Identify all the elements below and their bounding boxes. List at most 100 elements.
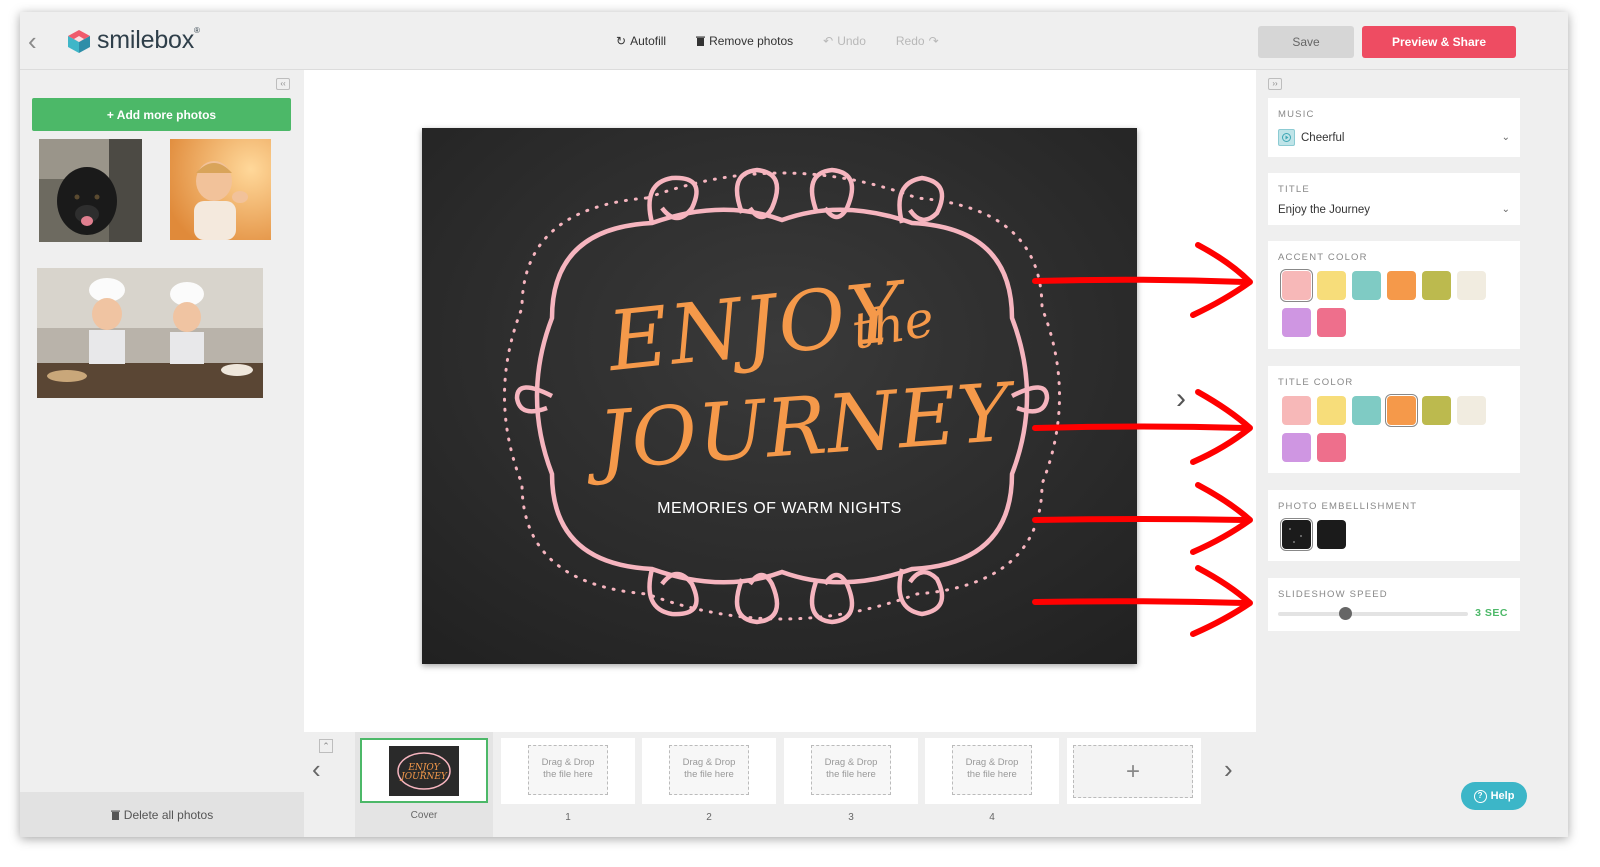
cover-thumbnail[interactable]: ENJOY JOURNEY bbox=[360, 738, 488, 803]
slideshow-speed-label: SLIDESHOW SPEED bbox=[1278, 589, 1388, 600]
chevron-down-icon[interactable]: ⌄ bbox=[1502, 204, 1510, 215]
drop-zone[interactable]: Drag & Drop the file here bbox=[669, 745, 749, 795]
add-slide-slot[interactable]: + bbox=[1067, 738, 1201, 804]
preview-share-button[interactable]: Preview & Share bbox=[1362, 26, 1516, 58]
app-window: ‹ smilebox® ↻ Autofill Remove photos ↶ U… bbox=[20, 12, 1568, 837]
collapse-right-icon[interactable]: ›› bbox=[1268, 78, 1282, 90]
trash-icon bbox=[696, 36, 706, 46]
title-color-swatch-2[interactable] bbox=[1317, 396, 1346, 425]
help-button[interactable]: ? Help bbox=[1461, 782, 1527, 810]
slot-number: 1 bbox=[565, 812, 571, 823]
filmstrip-slot-3[interactable]: Drag & Drop the file here bbox=[784, 738, 918, 804]
drop-zone[interactable]: Drag & Drop the file here bbox=[528, 745, 608, 795]
add-slide-button[interactable]: + bbox=[1073, 745, 1193, 798]
autofill-button[interactable]: ↻ Autofill bbox=[616, 34, 666, 48]
title-color-label: TITLE COLOR bbox=[1278, 377, 1354, 388]
filmstrip-slot-1[interactable]: Drag & Drop the file here bbox=[501, 738, 635, 804]
brand-name: smilebox® bbox=[97, 26, 200, 54]
save-button[interactable]: Save bbox=[1258, 26, 1354, 58]
help-label: Help bbox=[1490, 790, 1515, 802]
filmstrip-cover[interactable]: ENJOY JOURNEY Cover bbox=[355, 732, 493, 837]
collapse-left-icon[interactable]: ‹‹ bbox=[276, 78, 290, 90]
redo-label: Redo bbox=[895, 34, 925, 48]
filmstrip-slot-2[interactable]: Drag & Drop the file here bbox=[642, 738, 776, 804]
top-bar: ‹ smilebox® ↻ Autofill Remove photos ↶ U… bbox=[20, 12, 1568, 70]
slide-canvas-area: ENJOY the JOURNEY MEMORIES OF WARM NIGHT… bbox=[304, 70, 1256, 732]
slide-title-the: the bbox=[847, 289, 939, 361]
title-color-swatch-7[interactable] bbox=[1282, 433, 1311, 462]
title-color-swatch-5[interactable] bbox=[1422, 396, 1451, 425]
photo-library-panel: ‹‹ + Add more photos Delete all photos bbox=[20, 70, 304, 837]
accent-color-swatch-8[interactable] bbox=[1317, 308, 1346, 337]
cover-thumbnail-image: ENJOY JOURNEY bbox=[389, 745, 459, 796]
autofill-label: Autofill bbox=[630, 34, 667, 48]
title-color-swatch-3[interactable] bbox=[1352, 396, 1381, 425]
slot-number: 4 bbox=[989, 812, 995, 823]
embellishment-option-speckled[interactable] bbox=[1280, 518, 1313, 551]
embellishment-option-plain[interactable] bbox=[1317, 520, 1346, 549]
remove-photos-button[interactable]: Remove photos bbox=[696, 34, 793, 48]
redo-button[interactable]: Redo ↷ bbox=[896, 34, 939, 48]
back-chevron-icon[interactable]: ‹ bbox=[28, 28, 50, 54]
slot-number: 2 bbox=[706, 812, 712, 823]
remove-photos-label: Remove photos bbox=[709, 34, 794, 48]
music-card[interactable]: MUSIC Cheerful ⌄ bbox=[1268, 98, 1520, 157]
photo-thumb-child[interactable] bbox=[170, 139, 271, 240]
title-color-swatch-4[interactable] bbox=[1385, 394, 1418, 427]
undo-label: Undo bbox=[837, 34, 866, 48]
kids-baking-photo-image bbox=[37, 268, 263, 398]
editor-toolbar: ↻ Autofill Remove photos ↶ Undo Redo ↷ bbox=[616, 34, 939, 48]
svg-text:JOURNEY: JOURNEY bbox=[399, 772, 448, 782]
speed-slider-track[interactable] bbox=[1278, 612, 1468, 616]
expand-filmstrip-icon[interactable]: ⌃ bbox=[319, 739, 333, 753]
photo-thumb-dog[interactable] bbox=[39, 139, 142, 242]
accent-color-swatch-2[interactable] bbox=[1317, 271, 1346, 300]
slot-number: 3 bbox=[848, 812, 854, 823]
child-photo-image bbox=[170, 139, 271, 240]
cover-slide[interactable]: ENJOY the JOURNEY MEMORIES OF WARM NIGHT… bbox=[422, 128, 1137, 664]
speed-value: 3 SEC bbox=[1475, 607, 1508, 619]
title-color-swatch-6[interactable] bbox=[1457, 396, 1486, 425]
slideshow-speed-card: SLIDESHOW SPEED 3 SEC bbox=[1268, 578, 1520, 631]
drop-zone[interactable]: Drag & Drop the file here bbox=[952, 745, 1032, 795]
photo-embellishment-card: PHOTO EMBELLISHMENT bbox=[1268, 490, 1520, 561]
title-card[interactable]: TITLE Enjoy the Journey ⌄ bbox=[1268, 173, 1520, 225]
refresh-icon: ↻ bbox=[616, 34, 627, 48]
title-label: TITLE bbox=[1278, 184, 1310, 195]
accent-color-swatch-4[interactable] bbox=[1387, 271, 1416, 300]
filmstrip-prev-chevron-icon[interactable]: ‹ bbox=[312, 754, 321, 785]
delete-all-label: Delete all photos bbox=[123, 807, 214, 822]
undo-icon: ↶ bbox=[823, 34, 834, 48]
play-icon bbox=[1278, 129, 1295, 146]
title-color-swatch-1[interactable] bbox=[1282, 396, 1311, 425]
accent-color-swatch-3[interactable] bbox=[1352, 271, 1381, 300]
slide-subtitle: MEMORIES OF WARM NIGHTS bbox=[657, 500, 902, 517]
accent-color-label: ACCENT COLOR bbox=[1278, 252, 1368, 263]
next-slide-chevron-icon[interactable]: › bbox=[1176, 382, 1186, 416]
photo-embellishment-label: PHOTO EMBELLISHMENT bbox=[1278, 501, 1418, 512]
music-value: Cheerful bbox=[1301, 131, 1345, 144]
music-dropdown[interactable]: Cheerful bbox=[1278, 129, 1344, 146]
filmstrip-next-chevron-icon[interactable]: › bbox=[1224, 754, 1233, 785]
slide-filmstrip: ⌃ ‹ ENJOY JOURNEY Cover Drag & Drop the f… bbox=[304, 732, 1256, 837]
redo-icon: ↷ bbox=[928, 34, 939, 48]
filmstrip-slot-4[interactable]: Drag & Drop the file here bbox=[925, 738, 1059, 804]
accent-color-swatch-1[interactable] bbox=[1280, 269, 1313, 302]
chevron-down-icon[interactable]: ⌄ bbox=[1502, 132, 1510, 143]
cube-logo-icon bbox=[68, 29, 90, 53]
photo-thumb-kids-baking[interactable] bbox=[37, 268, 263, 398]
drop-zone[interactable]: Drag & Drop the file here bbox=[811, 745, 891, 795]
smilebox-logo: smilebox® bbox=[66, 26, 200, 55]
undo-button[interactable]: ↶ Undo bbox=[823, 34, 866, 48]
accent-color-swatch-7[interactable] bbox=[1282, 308, 1311, 337]
question-icon: ? bbox=[1473, 789, 1487, 803]
title-color-swatch-8[interactable] bbox=[1317, 433, 1346, 462]
accent-color-swatch-5[interactable] bbox=[1422, 271, 1451, 300]
music-label: MUSIC bbox=[1278, 109, 1315, 120]
speed-slider-handle[interactable] bbox=[1338, 607, 1352, 620]
dog-photo-image bbox=[39, 139, 142, 242]
title-dropdown[interactable]: Enjoy the Journey bbox=[1278, 204, 1370, 216]
delete-all-photos-button[interactable]: Delete all photos bbox=[20, 792, 304, 837]
accent-color-swatch-6[interactable] bbox=[1457, 271, 1486, 300]
add-photos-button[interactable]: + Add more photos bbox=[32, 98, 291, 131]
